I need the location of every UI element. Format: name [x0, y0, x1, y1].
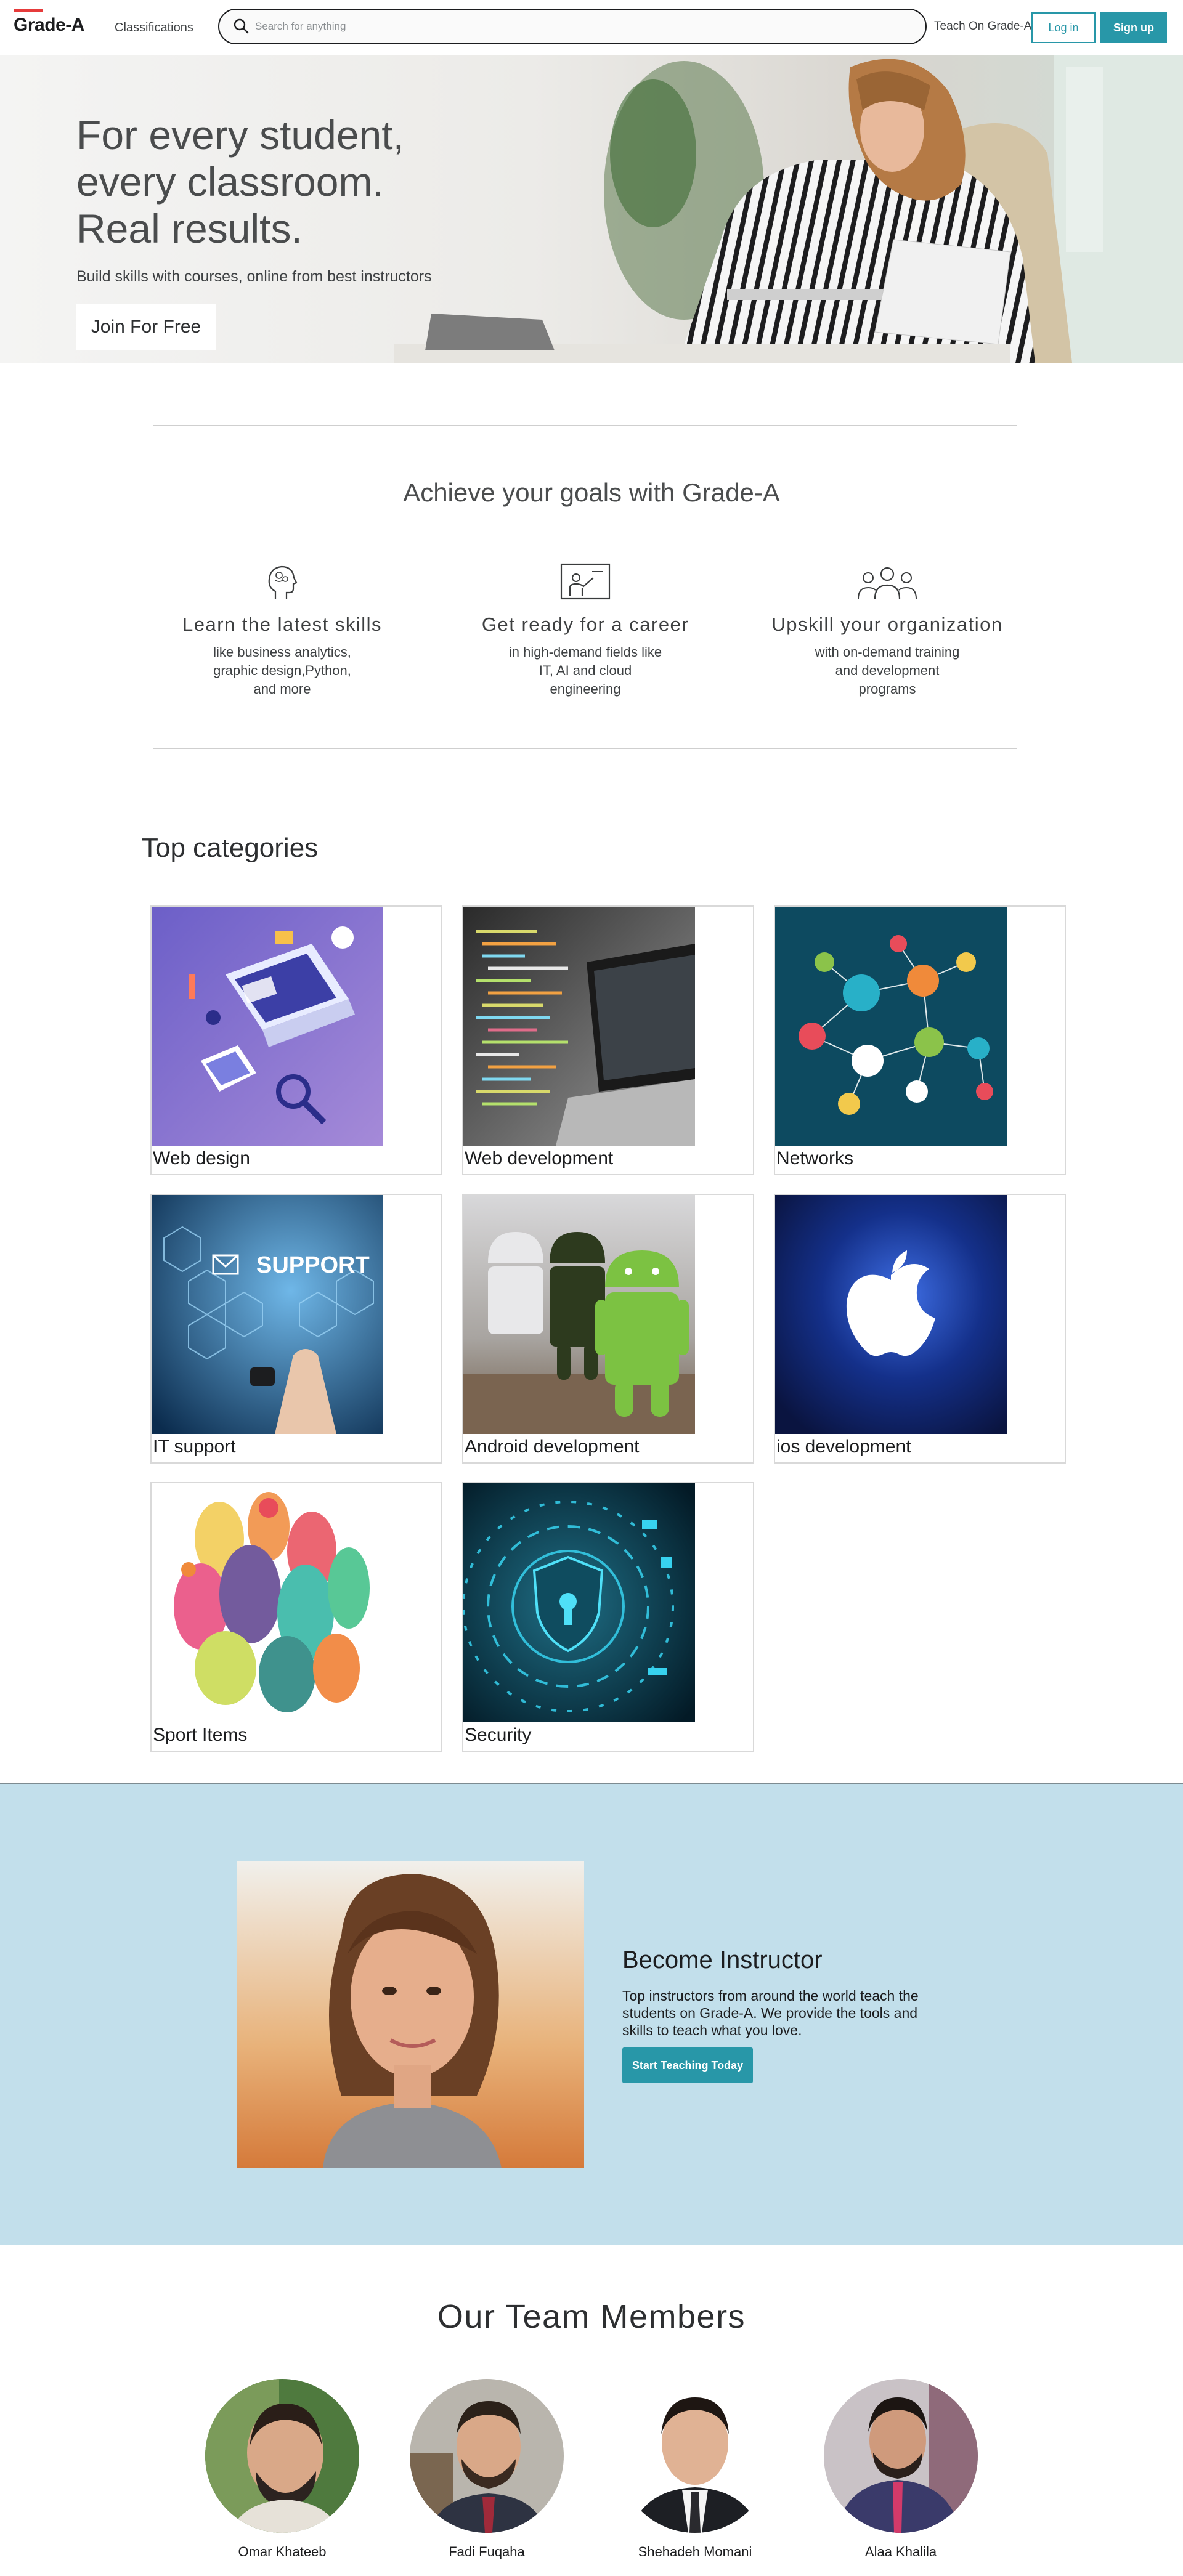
hero-subtitle: Build skills with courses, online from b… [76, 268, 432, 285]
become-instructor-heading: Become Instructor [622, 1946, 823, 1974]
goals-heading: Achieve your goals with Grade-A [403, 478, 780, 507]
classifications-link[interactable]: Classifications [115, 21, 193, 35]
logo-accent-bar [14, 9, 43, 12]
networks-image [775, 907, 1007, 1146]
goals-bottom-divider [153, 748, 1017, 749]
instructor-photo [237, 1861, 584, 2168]
join-for-free-button[interactable]: Join For Free [76, 304, 216, 350]
become-instructor-description: Top instructors from around the world te… [622, 1988, 919, 2038]
team-member-avatar [824, 2379, 978, 2533]
svg-text:SUPPORT: SUPPORT [256, 1252, 370, 1278]
sport-items-image [152, 1483, 383, 1722]
top-categories-heading: Top categories [142, 833, 319, 863]
grade-a-logo[interactable]: Grade-A [14, 9, 84, 36]
category-card-networks[interactable]: Networks [774, 905, 1066, 1175]
hero-title: For every student, every classroom. Real… [76, 111, 520, 252]
search-bar[interactable] [218, 9, 927, 44]
goal-learn-skills-desc: like business analytics, graphic design,… [213, 644, 351, 697]
hero-title-line-2: every classroom. [76, 159, 384, 205]
team-group-icon [858, 567, 917, 599]
category-card-web-design[interactable]: Web design [150, 905, 442, 1175]
category-label: Web development [465, 1148, 614, 1169]
category-card-it-support[interactable]: SUPPORT IT support [150, 1194, 442, 1464]
hero-title-line-3: Real results. [76, 206, 303, 251]
category-label: ios development [776, 1436, 911, 1457]
goal-career-desc: in high-demand fields like IT, AI and cl… [508, 644, 662, 697]
category-card-sport-items[interactable]: Sport Items [150, 1482, 442, 1752]
team-member-card: Alaa Khalila [821, 2379, 981, 2560]
goal-learn-skills-title: Learn the latest skills [182, 614, 382, 635]
it-support-image: SUPPORT [152, 1195, 383, 1434]
goal-upskill-desc: with on-demand training and development … [815, 644, 960, 697]
goal-upskill-title: Upskill your organization [771, 614, 1003, 635]
category-label: Security [465, 1725, 532, 1745]
search-input[interactable] [255, 16, 908, 37]
team-member-name: Fadi Fuqaha [449, 2544, 525, 2559]
logo-text: Grade-A [14, 15, 84, 35]
team-member-avatar [205, 2379, 359, 2533]
category-label: Web design [153, 1148, 250, 1169]
category-label: IT support [153, 1436, 236, 1457]
presentation-board-icon [560, 563, 611, 600]
teach-on-grade-a-link[interactable]: Teach On Grade-A [934, 20, 1031, 33]
start-teaching-button[interactable]: Start Teaching Today [622, 2047, 753, 2083]
ios-development-image [775, 1195, 1007, 1434]
web-development-image [463, 907, 695, 1146]
team-member-avatar [410, 2379, 564, 2533]
goal-learn-skills: Learn the latest skills like business an… [140, 561, 424, 699]
goal-upskill: Upskill your organization with on-demand… [746, 561, 1029, 699]
goal-career: Get ready for a career in high-demand fi… [444, 561, 727, 699]
category-card-web-development[interactable]: Web development [462, 905, 754, 1175]
category-card-security[interactable]: Security [462, 1482, 754, 1752]
category-label: Android development [465, 1436, 640, 1457]
team-member-name: Shehadeh Momani [638, 2544, 752, 2559]
hero-title-line-1: For every student, [76, 112, 404, 158]
team-member-card: Omar Khateeb [202, 2379, 362, 2560]
android-development-image [463, 1195, 695, 1434]
team-member-card: Shehadeh Momani [615, 2379, 775, 2560]
hero-banner: For every student, every classroom. Real… [0, 55, 1183, 363]
signup-button[interactable]: Sign up [1100, 12, 1167, 43]
team-member-card: Fadi Fuqaha [407, 2379, 567, 2560]
top-navbar: Grade-A Classifications Teach On Grade-A… [0, 0, 1183, 54]
team-member-name: Alaa Khalila [864, 2544, 937, 2559]
category-label: Sport Items [153, 1725, 248, 1745]
category-label: Networks [776, 1148, 854, 1169]
team-member-name: Omar Khateeb [238, 2544, 327, 2559]
security-image [463, 1483, 695, 1722]
category-card-ios-development[interactable]: ios development [774, 1194, 1066, 1464]
login-button[interactable]: Log in [1031, 12, 1096, 43]
web-design-image [152, 907, 383, 1146]
category-card-android-development[interactable]: Android development [462, 1194, 754, 1464]
team-member-avatar [618, 2379, 772, 2533]
brain-head-icon [268, 565, 298, 599]
search-icon [234, 18, 249, 34]
goals-top-divider [153, 425, 1017, 426]
become-instructor-section: Become Instructor Top instructors from a… [0, 1783, 1183, 2245]
team-heading: Our Team Members [437, 2298, 746, 2335]
goal-career-title: Get ready for a career [481, 614, 689, 635]
